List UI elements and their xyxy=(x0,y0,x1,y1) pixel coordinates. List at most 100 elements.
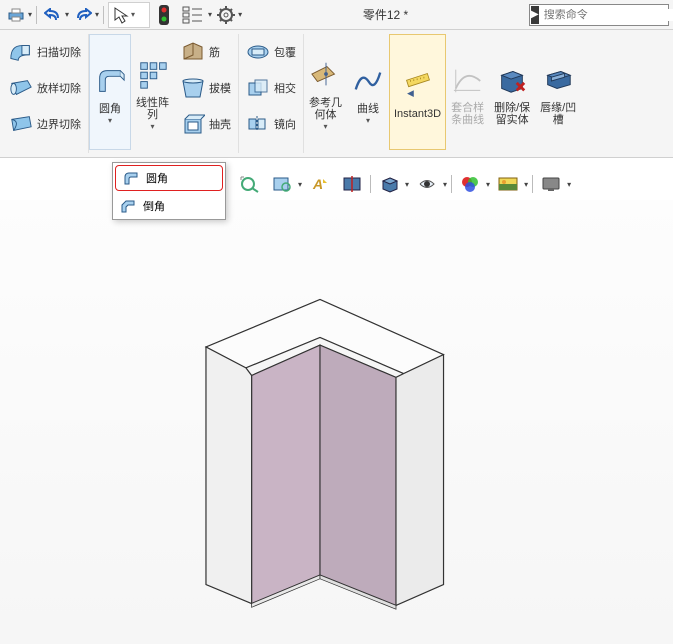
lip-groove-icon xyxy=(542,60,574,100)
rib-icon xyxy=(181,40,205,64)
dropdown-icon[interactable]: ▾ xyxy=(405,180,409,189)
wrap-icon xyxy=(246,40,270,64)
boundary-cut-icon xyxy=(9,112,33,136)
redo-button[interactable] xyxy=(71,3,95,27)
ribbon: 扫描切除 放样切除 边界切除 圆角 ▾ xyxy=(0,30,673,158)
dropdown-icon[interactable]: ▾ xyxy=(567,180,571,189)
rib-button[interactable]: 筋 xyxy=(176,34,236,70)
lip-groove-button[interactable]: 唇缘/凹 槽 xyxy=(535,34,581,150)
dropdown-fillet-label: 圆角 xyxy=(146,170,168,186)
fillet-dropdown-menu: 圆角 倒角 xyxy=(112,162,226,220)
graphics-viewport[interactable] xyxy=(0,200,673,644)
mirror-button[interactable]: 镜向 xyxy=(241,106,301,142)
wrap-button[interactable]: 包覆 xyxy=(241,34,301,70)
rib-label: 筋 xyxy=(209,44,220,60)
wrap-label: 包覆 xyxy=(274,44,296,60)
linear-pattern-button[interactable]: 线性阵 列 ▾ xyxy=(131,34,174,150)
curves-icon xyxy=(352,61,384,101)
selection-filter-group[interactable]: ▾ xyxy=(108,2,150,28)
curves-label: 曲线 xyxy=(357,103,379,115)
settings-gear-icon[interactable] xyxy=(214,3,238,27)
chevron-down-icon: ▾ xyxy=(150,123,154,132)
intersect-icon xyxy=(246,76,270,100)
dropdown-icon[interactable]: ▾ xyxy=(524,180,528,189)
linear-pattern-label: 线性阵 列 xyxy=(136,97,169,121)
search-run-icon: ▶ xyxy=(531,6,539,24)
heads-up-view-toolbar: ▾ A ▾ ▾ ▾ ▾ ▾ xyxy=(236,170,571,198)
loft-cut-label: 放样切除 xyxy=(37,80,81,96)
document-title: 零件12 * xyxy=(244,6,527,23)
search-input[interactable] xyxy=(540,9,673,21)
composite-curve-button[interactable]: 套合样 条曲线 xyxy=(446,34,489,150)
separator xyxy=(532,175,533,193)
loft-cut-icon xyxy=(9,76,33,100)
boundary-cut-button[interactable]: 边界切除 xyxy=(4,106,86,142)
draft-group: 筋 拔模 抽壳 xyxy=(174,34,239,153)
list-dropdown-icon[interactable]: ▾ xyxy=(208,10,212,19)
quick-access-toolbar: ▾ ▾ ▾ ▾ ▾ ▾ 零件12 * ▶ xyxy=(0,0,673,30)
apply-scene-icon[interactable] xyxy=(494,172,522,196)
display-style-icon[interactable] xyxy=(413,172,441,196)
boundary-cut-label: 边界切除 xyxy=(37,116,81,132)
print-dropdown-icon[interactable]: ▾ xyxy=(28,10,32,19)
shell-button[interactable]: 抽壳 xyxy=(176,106,236,142)
shell-label: 抽壳 xyxy=(209,116,231,132)
separator xyxy=(370,175,371,193)
intersect-button[interactable]: 相交 xyxy=(241,70,301,106)
chevron-down-icon: ▾ xyxy=(108,117,112,126)
swept-cut-button[interactable]: 扫描切除 xyxy=(4,34,86,70)
loft-cut-button[interactable]: 放样切除 xyxy=(4,70,86,106)
mirror-icon xyxy=(246,112,270,136)
settings-dropdown-icon[interactable]: ▾ xyxy=(238,10,242,19)
delete-keep-label: 删除/保 留实体 xyxy=(494,102,530,126)
undo-button[interactable] xyxy=(41,3,65,27)
reference-geometry-label: 参考几 何体 xyxy=(309,97,342,121)
view-orientation-icon[interactable] xyxy=(375,172,403,196)
zoom-area-icon[interactable] xyxy=(268,172,296,196)
command-search[interactable]: ▶ xyxy=(529,4,669,26)
cut-features-group: 扫描切除 放样切除 边界切除 xyxy=(2,34,89,153)
draft-label: 拔模 xyxy=(209,80,231,96)
edit-appearance-icon[interactable] xyxy=(456,172,484,196)
swept-cut-icon xyxy=(9,40,33,64)
traffic-light-icon[interactable] xyxy=(152,3,176,27)
delete-body-icon xyxy=(496,60,528,100)
lip-groove-label: 唇缘/凹 槽 xyxy=(540,102,576,126)
svg-text:A: A xyxy=(312,176,323,192)
instant3d-button[interactable]: Instant3D xyxy=(389,34,446,150)
separator xyxy=(36,6,37,24)
view-settings-icon[interactable] xyxy=(537,172,565,196)
dropdown-icon[interactable]: ▾ xyxy=(443,180,447,189)
chamfer-small-icon xyxy=(119,197,137,215)
shell-icon xyxy=(181,112,205,136)
instant3d-label: Instant3D xyxy=(394,108,441,120)
list-options-icon[interactable] xyxy=(178,3,208,27)
zoom-fit-icon[interactable] xyxy=(236,172,264,196)
intersect-label: 相交 xyxy=(274,80,296,96)
fillet-button[interactable]: 圆角 ▾ xyxy=(89,34,131,150)
redo-dropdown-icon[interactable]: ▾ xyxy=(95,10,99,19)
undo-dropdown-icon[interactable]: ▾ xyxy=(65,10,69,19)
delete-keep-body-button[interactable]: 删除/保 留实体 xyxy=(489,34,535,150)
instant3d-icon xyxy=(402,66,434,106)
3d-model[interactable] xyxy=(170,252,470,632)
draft-button[interactable]: 拔模 xyxy=(176,70,236,106)
curves-button[interactable]: 曲线 ▾ xyxy=(347,34,389,150)
dropdown-chamfer-label: 倒角 xyxy=(143,198,165,214)
dropdown-icon[interactable]: ▾ xyxy=(298,180,302,189)
reference-geometry-icon xyxy=(310,55,342,95)
print-button[interactable] xyxy=(4,3,28,27)
swept-cut-label: 扫描切除 xyxy=(37,44,81,60)
separator xyxy=(103,6,104,24)
dropdown-icon[interactable]: ▾ xyxy=(486,180,490,189)
reference-geometry-button[interactable]: 参考几 何体 ▾ xyxy=(304,34,347,150)
misc-group: 包覆 相交 镜向 xyxy=(239,34,304,153)
chevron-down-icon: ▾ xyxy=(323,123,327,132)
separator xyxy=(451,175,452,193)
linear-pattern-icon xyxy=(137,55,169,95)
dynamic-annotation-icon[interactable]: A xyxy=(306,172,334,196)
section-view-icon[interactable] xyxy=(338,172,366,196)
dropdown-chamfer-item[interactable]: 倒角 xyxy=(113,193,225,219)
fillet-small-icon xyxy=(122,169,140,187)
dropdown-fillet-item[interactable]: 圆角 xyxy=(115,165,223,191)
